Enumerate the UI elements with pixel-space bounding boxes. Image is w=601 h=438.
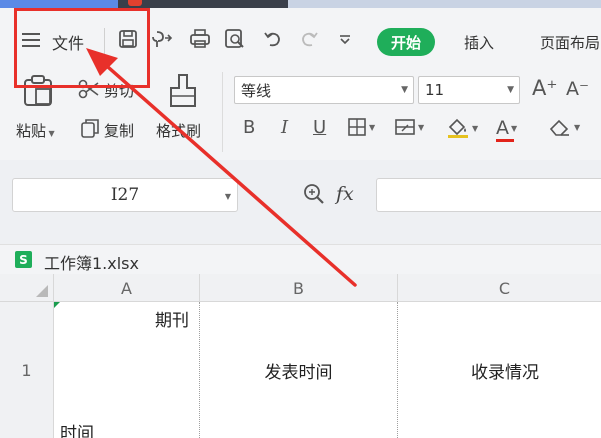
font-color-icon: A (496, 117, 509, 139)
copy-button[interactable]: 复制 (104, 120, 134, 141)
fill-color-button[interactable]: ▼ (446, 117, 478, 139)
tab-insert[interactable]: 插入 (464, 32, 494, 53)
customize-dropdown-icon[interactable] (334, 28, 356, 50)
chevron-down-icon: ▼ (224, 192, 231, 201)
redo-icon[interactable] (298, 28, 320, 50)
chevron-down-icon: ▼ (472, 123, 479, 133)
workbook-tab[interactable]: 工作簿1.xlsx (44, 250, 139, 274)
cell-a1-diagonal-top: 期刊 (155, 311, 189, 331)
scissors-icon[interactable] (78, 78, 100, 105)
spreadsheet-grid: A B C 1 期刊 时间 发表时间 收录情况 (0, 274, 601, 438)
menu-icon[interactable] (22, 32, 42, 48)
bold-button[interactable]: B (243, 117, 255, 138)
tab-home[interactable]: 开始 (377, 28, 435, 56)
underline-button[interactable]: U (313, 117, 326, 138)
select-all-button[interactable] (0, 274, 54, 302)
borders-button[interactable]: ▼ (347, 117, 375, 137)
window-tab[interactable] (118, 0, 288, 8)
eraser-icon (549, 119, 569, 136)
font-name-select[interactable]: 等线 ▼ (234, 76, 414, 104)
spreadsheet-icon: S (15, 251, 32, 268)
error-indicator (54, 302, 60, 308)
file-menu-button[interactable]: 文件 (52, 30, 84, 54)
font-name-value: 等线 (241, 81, 272, 100)
print-icon[interactable] (189, 28, 211, 50)
font-size-select[interactable]: 11 ▼ (418, 76, 520, 104)
row-header-1[interactable]: 1 (0, 302, 54, 438)
fill-pattern-button[interactable]: ▼ (394, 117, 424, 137)
chevron-down-icon: ▼ (507, 85, 514, 95)
grow-font-button[interactable]: A⁺ (532, 76, 557, 100)
cell-style-icon (395, 119, 415, 135)
paste-button[interactable]: 粘贴 ▼ (16, 120, 55, 141)
menu-separator (104, 28, 105, 54)
chevron-down-icon: ▼ (418, 122, 425, 132)
chevron-down-icon: ▼ (511, 123, 518, 133)
paste-icon[interactable] (22, 74, 56, 112)
copy-icon[interactable] (80, 118, 100, 142)
name-box[interactable]: I27 ▼ (12, 178, 238, 212)
window-tab[interactable] (288, 0, 601, 8)
insert-function-button[interactable]: fx (336, 183, 354, 205)
chevron-down-icon: ▼ (574, 122, 581, 132)
cell-reference: I27 (110, 185, 140, 205)
formula-input[interactable] (376, 178, 601, 212)
ribbon: 粘贴 ▼ 剪切 复制 格式刷 等线 ▼ 11 ▼ A⁺ A⁻ B I U ▼ ▼… (0, 64, 601, 160)
tab-page-layout[interactable]: 页面布局 (540, 32, 600, 53)
format-painter-button[interactable]: 格式刷 (156, 120, 201, 141)
italic-button[interactable]: I (281, 117, 288, 138)
cell-a1-diagonal-bottom: 时间 (60, 424, 94, 438)
chevron-down-icon: ▼ (401, 85, 408, 95)
font-color-button[interactable]: A ▼ (496, 117, 518, 142)
app-icon (128, 0, 142, 6)
ribbon-separator (222, 72, 223, 152)
print-preview-icon[interactable] (224, 28, 246, 50)
export-icon[interactable] (151, 28, 173, 50)
borders-icon (348, 118, 366, 136)
shrink-font-button[interactable]: A⁻ (566, 78, 589, 100)
paint-bucket-icon (448, 118, 468, 138)
chevron-down-icon: ▼ (369, 122, 376, 132)
font-size-value: 11 (425, 81, 445, 99)
formula-tools: fx (302, 182, 354, 206)
zoom-search-icon[interactable] (302, 182, 326, 206)
window-tab[interactable] (0, 0, 118, 8)
cut-button[interactable]: 剪切 (104, 80, 134, 101)
cell-a1[interactable]: 期刊 时间 (54, 302, 200, 438)
column-header-b[interactable]: B (200, 274, 398, 302)
select-all-icon (36, 285, 48, 297)
font-color-swatch (496, 139, 514, 142)
menu-bar: 文件 开始 插入 页面布局 (0, 8, 601, 64)
column-header-c[interactable]: C (398, 274, 601, 302)
formula-bar: I27 ▼ fx (0, 160, 601, 244)
clear-format-button[interactable]: ▼ (548, 117, 580, 137)
cell-b1[interactable]: 发表时间 (200, 302, 398, 438)
cell-c1[interactable]: 收录情况 (398, 302, 601, 438)
paste-label: 粘贴 (16, 122, 47, 140)
chevron-down-icon: ▼ (46, 129, 55, 138)
workbook-tab-bar: S 工作簿1.xlsx (0, 244, 601, 274)
save-icon[interactable] (117, 28, 139, 50)
column-headers: A B C (0, 274, 601, 302)
column-header-a[interactable]: A (54, 274, 200, 302)
format-painter-icon[interactable] (168, 72, 198, 114)
undo-icon[interactable] (262, 28, 284, 50)
title-bar (0, 0, 601, 8)
